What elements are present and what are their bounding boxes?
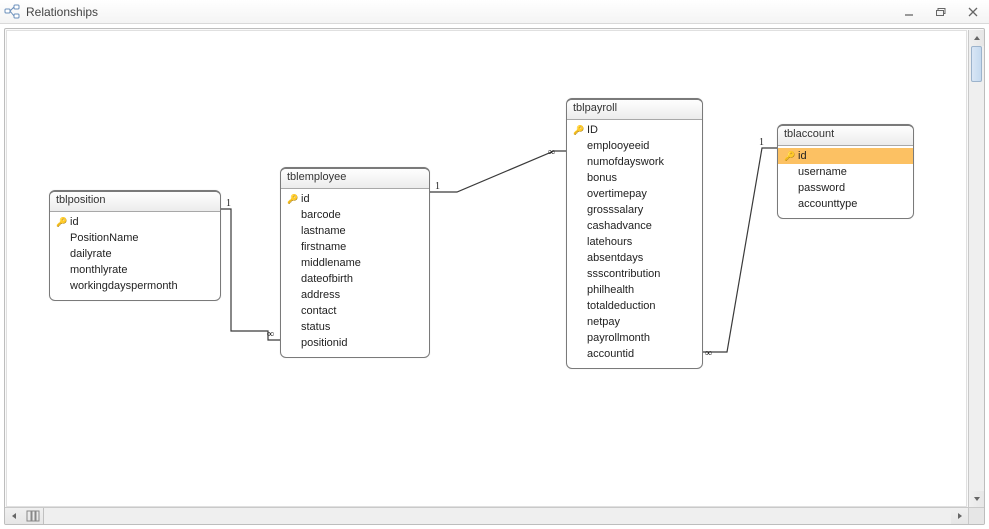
scroll-left-arrow[interactable] <box>5 508 22 525</box>
cardinality-label: ∞ <box>705 348 712 359</box>
table-fields: 🔑id barcode lastname firstname middlenam… <box>281 189 429 353</box>
field-row[interactable]: numofdayswork <box>567 154 702 170</box>
table-tblemployee[interactable]: tblemployee 🔑id barcode lastname firstna… <box>280 167 430 358</box>
field-row[interactable]: monthlyrate <box>50 262 220 278</box>
field-row[interactable]: payrollmonth <box>567 330 702 346</box>
field-row[interactable]: username <box>778 164 913 180</box>
field-row[interactable]: accounttype <box>778 196 913 212</box>
field-row[interactable]: grosssalary <box>567 202 702 218</box>
field-row[interactable]: firstname <box>281 239 429 255</box>
field-row[interactable]: netpay <box>567 314 702 330</box>
table-header[interactable]: tblemployee <box>281 169 429 189</box>
table-fields: 🔑id username password accounttype <box>778 146 913 214</box>
table-header[interactable]: tblposition <box>50 192 220 212</box>
field-row[interactable]: middlename <box>281 255 429 271</box>
table-header[interactable]: tblaccount <box>778 126 913 146</box>
field-row[interactable]: ssscontribution <box>567 266 702 282</box>
field-row[interactable]: cashadvance <box>567 218 702 234</box>
table-tblaccount[interactable]: tblaccount 🔑id username password account… <box>777 124 914 219</box>
table-fields: 🔑id PositionName dailyrate monthlyrate w… <box>50 212 220 296</box>
field-row[interactable]: barcode <box>281 207 429 223</box>
field-row[interactable]: latehours <box>567 234 702 250</box>
primary-key-icon: 🔑 <box>54 217 70 228</box>
scroll-up-arrow[interactable] <box>969 30 984 46</box>
table-fields: 🔑ID emplooyeeid numofdayswork bonus over… <box>567 120 702 364</box>
field-row[interactable]: dateofbirth <box>281 271 429 287</box>
relationships-canvas[interactable]: 1 ∞ 1 ∞ 1 ∞ tblposition 🔑id PositionName… <box>6 30 967 507</box>
field-row[interactable]: absentdays <box>567 250 702 266</box>
vertical-scrollbar[interactable] <box>968 30 984 507</box>
field-row[interactable]: 🔑id <box>50 214 220 230</box>
field-row[interactable]: bonus <box>567 170 702 186</box>
table-tblposition[interactable]: tblposition 🔑id PositionName dailyrate m… <box>49 190 221 301</box>
restore-button[interactable] <box>929 4 953 20</box>
field-row[interactable]: lastname <box>281 223 429 239</box>
table-header[interactable]: tblpayroll <box>567 100 702 120</box>
field-row[interactable]: philhealth <box>567 282 702 298</box>
field-row[interactable]: PositionName <box>50 230 220 246</box>
field-row[interactable]: 🔑ID <box>567 122 702 138</box>
relationships-canvas-frame: 1 ∞ 1 ∞ 1 ∞ tblposition 🔑id PositionName… <box>4 28 985 525</box>
table-tblpayroll[interactable]: tblpayroll 🔑ID emplooyeeid numofdayswork… <box>566 98 703 369</box>
field-row[interactable]: overtimepay <box>567 186 702 202</box>
field-row[interactable]: accountid <box>567 346 702 362</box>
primary-key-icon: 🔑 <box>782 151 798 162</box>
scroll-right-arrow[interactable] <box>951 508 968 525</box>
field-row[interactable]: 🔑id <box>778 148 913 164</box>
primary-key-icon: 🔑 <box>285 194 301 205</box>
cardinality-label: 1 <box>435 181 440 192</box>
field-row[interactable]: workingdayspermonth <box>50 278 220 294</box>
scroll-down-arrow[interactable] <box>969 491 984 507</box>
close-button[interactable] <box>961 4 985 20</box>
field-row[interactable]: contact <box>281 303 429 319</box>
scroll-corner <box>968 507 984 524</box>
cardinality-label: 1 <box>226 198 231 209</box>
cardinality-label: 1 <box>759 137 764 148</box>
vscroll-thumb[interactable] <box>971 46 982 82</box>
window-titlebar: Relationships <box>0 0 989 24</box>
relationships-icon <box>4 4 20 20</box>
field-row[interactable]: status <box>281 319 429 335</box>
field-row[interactable]: emplooyeeid <box>567 138 702 154</box>
field-row[interactable]: password <box>778 180 913 196</box>
field-row[interactable]: 🔑id <box>281 191 429 207</box>
view-switch-icon[interactable] <box>22 508 44 525</box>
primary-key-icon: 🔑 <box>571 125 587 136</box>
field-row[interactable]: address <box>281 287 429 303</box>
field-row[interactable]: positionid <box>281 335 429 351</box>
field-row[interactable]: totaldeduction <box>567 298 702 314</box>
horizontal-scrollbar[interactable] <box>5 507 968 524</box>
cardinality-label: ∞ <box>267 329 274 340</box>
window-title: Relationships <box>26 5 889 19</box>
minimize-button[interactable] <box>897 4 921 20</box>
field-row[interactable]: dailyrate <box>50 246 220 262</box>
vscroll-track[interactable] <box>969 46 984 491</box>
cardinality-label: ∞ <box>548 147 555 158</box>
hscroll-track[interactable] <box>44 508 951 524</box>
